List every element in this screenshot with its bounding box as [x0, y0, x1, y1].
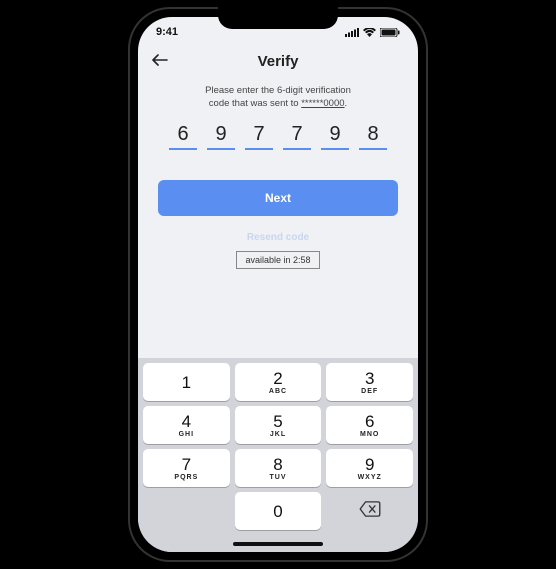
code-digit-2[interactable]: 9 [207, 123, 235, 150]
verification-code-row: 6 9 7 7 9 8 [138, 113, 418, 156]
keypad-key-6[interactable]: 6MNO [326, 406, 413, 444]
code-digit-3[interactable]: 7 [245, 123, 273, 150]
status-icons [345, 28, 400, 37]
keypad-num: 2 [273, 370, 282, 387]
code-digit-5[interactable]: 9 [321, 123, 349, 150]
keypad-num: 1 [182, 374, 191, 391]
notch [218, 7, 338, 29]
header: Verify [138, 47, 418, 80]
keypad-num: 3 [365, 370, 374, 387]
masked-phone: ******0000 [301, 98, 344, 109]
keypad-letters: GHI [179, 431, 194, 438]
phone-frame: 9:41 Verify Please enter the 6-digit ver… [128, 7, 428, 562]
keypad-key-5[interactable]: 5JKL [235, 406, 322, 444]
keypad-num: 0 [273, 503, 282, 520]
resend-availability: available in 2:58 [236, 251, 319, 269]
next-button[interactable]: Next [158, 180, 398, 216]
keypad-num: 9 [365, 456, 374, 473]
keypad-key-9[interactable]: 9WXYZ [326, 449, 413, 487]
backspace-icon [359, 501, 381, 522]
keypad-num: 4 [182, 413, 191, 430]
code-digit-1[interactable]: 6 [169, 123, 197, 150]
keypad-letters: JKL [270, 431, 286, 438]
code-digit-4[interactable]: 7 [283, 123, 311, 150]
keypad-num: 8 [273, 456, 282, 473]
battery-icon [380, 28, 400, 37]
keypad-num: 7 [182, 456, 191, 473]
keypad-letters: TUV [270, 474, 287, 481]
spacer [138, 269, 418, 358]
instruction-line2-suffix: . [345, 98, 348, 109]
screen: 9:41 Verify Please enter the 6-digit ver… [138, 17, 418, 552]
keypad-blank [143, 492, 230, 530]
keypad-key-3[interactable]: 3DEF [326, 363, 413, 401]
wifi-icon [363, 28, 376, 37]
home-indicator[interactable] [138, 536, 418, 552]
keypad-key-4[interactable]: 4GHI [143, 406, 230, 444]
instruction-line2-prefix: code that was sent to [209, 98, 301, 109]
resend-code-link[interactable]: Resend code [138, 232, 418, 243]
keypad-letters: WXYZ [358, 474, 382, 481]
keypad-letters: DEF [361, 388, 378, 395]
status-time: 9:41 [156, 26, 178, 38]
keypad-key-2[interactable]: 2ABC [235, 363, 322, 401]
keypad-num: 5 [273, 413, 282, 430]
instruction-line1: Please enter the 6-digit verification [205, 85, 351, 96]
cellular-signal-icon [345, 28, 359, 37]
keypad-key-8[interactable]: 8TUV [235, 449, 322, 487]
code-digit-6[interactable]: 8 [359, 123, 387, 150]
keypad-letters: PQRS [174, 474, 198, 481]
keypad-key-7[interactable]: 7PQRS [143, 449, 230, 487]
back-arrow-icon[interactable] [152, 53, 168, 71]
page-title: Verify [152, 53, 404, 70]
backspace-key[interactable] [326, 492, 413, 530]
keypad-key-1[interactable]: 1 [143, 363, 230, 401]
keypad-letters: MNO [360, 431, 379, 438]
keypad-letters: ABC [269, 388, 287, 395]
keypad-key-0[interactable]: 0 [235, 492, 322, 530]
keypad-num: 6 [365, 413, 374, 430]
numeric-keypad: 12ABC3DEF4GHI5JKL6MNO7PQRS8TUV9WXYZ0 [138, 358, 418, 536]
instruction-text: Please enter the 6-digit verification co… [138, 80, 418, 113]
